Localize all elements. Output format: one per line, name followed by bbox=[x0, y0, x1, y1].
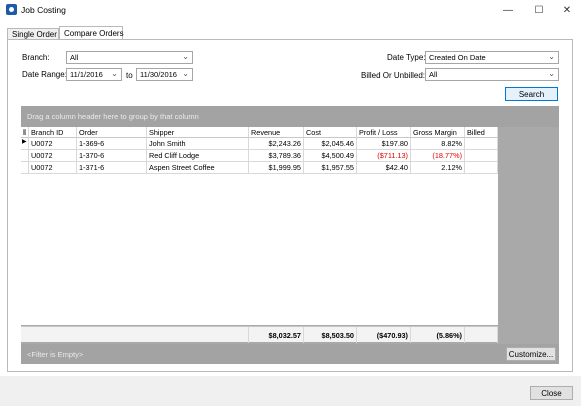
row-indicator bbox=[21, 150, 29, 162]
customize-button[interactable]: Customize... bbox=[506, 347, 556, 361]
date-from-picker[interactable]: 11/1/2016 ⌄ bbox=[66, 68, 122, 81]
chevron-down-icon: ⌄ bbox=[548, 69, 555, 78]
close-window-icon[interactable]: ✕ bbox=[553, 0, 581, 20]
table-row-cell[interactable]: U0072 bbox=[29, 138, 77, 150]
table-row-cell[interactable]: $4,500.49 bbox=[304, 150, 357, 162]
table-row-cell[interactable]: U0072 bbox=[29, 150, 77, 162]
tab-compare-orders[interactable]: Compare Orders bbox=[59, 26, 124, 40]
date-to-value: 11/30/2016 bbox=[140, 70, 177, 79]
date-from-value: 11/1/2016 bbox=[70, 70, 103, 79]
table-row-cell[interactable]: 1-370-6 bbox=[77, 150, 147, 162]
table-row-cell[interactable]: U0072 bbox=[29, 162, 77, 174]
total-revenue: $8,032.57 bbox=[249, 327, 304, 343]
total-cost: $8,503.50 bbox=[304, 327, 357, 343]
title-bar: Job Costing — ☐ ✕ bbox=[0, 0, 581, 20]
table-row-cell[interactable]: 2.12% bbox=[411, 162, 465, 174]
filter-bar: <Filter is Empty> Customize... bbox=[21, 344, 559, 364]
table-row-cell[interactable]: $1,957.55 bbox=[304, 162, 357, 174]
branch-select[interactable]: All ⌄ bbox=[66, 51, 193, 64]
table-row-cell-negative[interactable]: (18.77%) bbox=[411, 150, 465, 162]
table-row-cell[interactable]: John Smith bbox=[147, 138, 249, 150]
column-header-shipper[interactable]: Shipper bbox=[147, 127, 249, 138]
table-row-cell[interactable]: Aspen Street Coffee bbox=[147, 162, 249, 174]
chevron-down-icon: ⌄ bbox=[182, 52, 189, 61]
table-row-cell-negative[interactable]: ($711.13) bbox=[357, 150, 411, 162]
table-row-cell[interactable]: $2,045.46 bbox=[304, 138, 357, 150]
table-row-cell[interactable]: 1-369-6 bbox=[77, 138, 147, 150]
maximize-icon[interactable]: ☐ bbox=[525, 0, 553, 20]
table-row-cell[interactable]: $42.40 bbox=[357, 162, 411, 174]
chevron-down-icon: ⌄ bbox=[182, 69, 189, 78]
orders-grid: Drag a column header here to group by th… bbox=[21, 106, 559, 364]
date-type-select[interactable]: Created On Date ⌄ bbox=[425, 51, 559, 64]
grid-body: ⦀ Branch ID Order Shipper Revenue Cost P… bbox=[21, 127, 498, 325]
date-to-picker[interactable]: 11/30/2016 ⌄ bbox=[136, 68, 193, 81]
row-indicator-header: ⦀ bbox=[21, 127, 29, 138]
chevron-down-icon: ⌄ bbox=[548, 52, 555, 61]
dialog-footer: Close bbox=[0, 376, 581, 406]
group-by-panel[interactable]: Drag a column header here to group by th… bbox=[21, 106, 559, 127]
branch-label: Branch: bbox=[22, 53, 50, 62]
table-row-cell[interactable] bbox=[465, 150, 498, 162]
date-type-value: Created On Date bbox=[429, 53, 486, 62]
minimize-icon[interactable]: — bbox=[494, 0, 522, 20]
table-row-cell[interactable]: $2,243.26 bbox=[249, 138, 304, 150]
table-row-cell[interactable] bbox=[465, 162, 498, 174]
total-billed bbox=[465, 327, 498, 343]
column-header-revenue[interactable]: Revenue bbox=[249, 127, 304, 138]
billed-value: All bbox=[429, 70, 438, 79]
branch-value: All bbox=[70, 53, 79, 62]
chevron-down-icon: ⌄ bbox=[111, 69, 118, 78]
table-row-cell[interactable]: Red Cliff Lodge bbox=[147, 150, 249, 162]
column-header-profit-loss[interactable]: Profit / Loss bbox=[357, 127, 411, 138]
date-to-label: to bbox=[126, 71, 133, 80]
summary-footer: $8,032.57 $8,503.50 ($470.93) (5.86%) bbox=[21, 326, 498, 343]
window-title: Job Costing bbox=[21, 5, 66, 15]
table-row-cell[interactable]: $3,789.36 bbox=[249, 150, 304, 162]
search-button[interactable]: Search bbox=[505, 87, 558, 101]
billed-select[interactable]: All ⌄ bbox=[425, 68, 559, 81]
table-row-cell[interactable]: 8.82% bbox=[411, 138, 465, 150]
column-header-billed[interactable]: Billed bbox=[465, 127, 498, 138]
total-profit-loss: ($470.93) bbox=[357, 327, 411, 343]
table-row-cell[interactable] bbox=[465, 138, 498, 150]
table-row-cell[interactable]: $197.80 bbox=[357, 138, 411, 150]
summary-spacer bbox=[21, 327, 249, 343]
date-type-label: Date Type: bbox=[387, 53, 426, 62]
column-header-order[interactable]: Order bbox=[77, 127, 147, 138]
close-button[interactable]: Close bbox=[530, 386, 573, 400]
column-header-branch-id[interactable]: Branch ID bbox=[29, 127, 77, 138]
app-icon bbox=[6, 4, 17, 15]
total-gross-margin: (5.86%) bbox=[411, 327, 465, 343]
table-row-cell[interactable]: $1,999.95 bbox=[249, 162, 304, 174]
row-indicator bbox=[21, 162, 29, 174]
billed-label: Billed Or Unbilled: bbox=[361, 71, 426, 80]
filter-status[interactable]: <Filter is Empty> bbox=[27, 350, 83, 359]
table-row-cell[interactable]: 1-371-6 bbox=[77, 162, 147, 174]
column-header-gross-margin[interactable]: Gross Margin bbox=[411, 127, 465, 138]
date-range-label: Date Range: bbox=[22, 70, 67, 79]
current-row-icon: ▶ bbox=[21, 138, 29, 150]
column-header-cost[interactable]: Cost bbox=[304, 127, 357, 138]
